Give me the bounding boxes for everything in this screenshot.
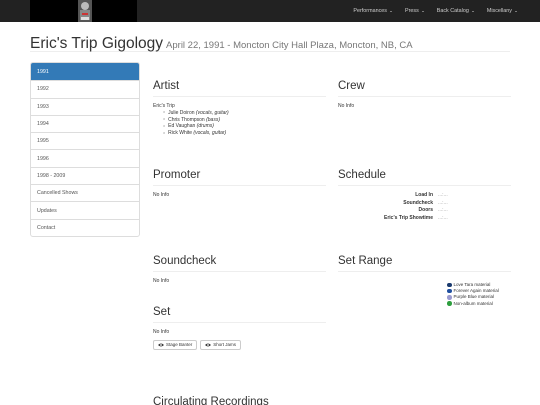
soundcheck-heading: Soundcheck — [153, 255, 326, 272]
member-role: (vocals, guitar) — [195, 109, 229, 116]
crew-heading: Crew — [338, 80, 511, 97]
caret-down-icon — [389, 10, 392, 12]
set-buttons: Stage Banter Short Jams — [153, 339, 326, 350]
member-name: Chris Thompson — [168, 116, 205, 123]
artist-section: Artist Eric's Trip Julie Doiron (vocals,… — [153, 80, 326, 137]
schedule-label: Eric's Trip Showtime — [384, 214, 433, 221]
member-name: Ed Vaughan — [168, 123, 196, 130]
member-name: Julie Doiron — [168, 109, 195, 116]
navbar: Performances Press Back Catalog Miscella… — [0, 0, 540, 22]
nav-back-catalog-label: Back Catalog — [436, 8, 469, 14]
member-role: (vocals, guitar) — [193, 130, 227, 137]
schedule-row: Doors...:... — [338, 207, 511, 215]
sidebar-item-1992[interactable]: 1992 — [31, 80, 139, 97]
eye-icon — [205, 343, 212, 347]
schedule-heading: Schedule — [338, 169, 511, 186]
schedule-value: ...:... — [438, 192, 448, 198]
set-text: No Info — [153, 329, 170, 335]
promoter-section: Promoter No Info — [153, 169, 326, 199]
band-logo-icon — [78, 0, 92, 22]
set-range-legend: Love Tara material Forever Again materia… — [447, 282, 509, 307]
schedule-label: Doors — [418, 207, 433, 214]
caret-down-icon — [421, 10, 424, 12]
member-list: Julie Doiron (vocals, guitar) Chris Thom… — [153, 110, 326, 137]
page-title: Eric's Trip Gigology — [30, 35, 164, 52]
nav-back-catalog[interactable]: Back Catalog — [437, 8, 474, 14]
short-jams-label: Short Jams — [213, 342, 237, 348]
set-section: Set No Info Stage Banter Short Jams — [153, 306, 326, 350]
sidebar-item-1993[interactable]: 1993 — [31, 97, 139, 115]
member-role: (drums) — [196, 123, 214, 130]
circulating-recordings-heading: Circulating Recordings — [153, 396, 269, 405]
promoter-text: No Info — [153, 192, 170, 198]
nav-menu: Performances Press Back Catalog Miscella… — [340, 0, 517, 22]
nav-performances[interactable]: Performances — [353, 8, 392, 14]
caret-down-icon — [515, 10, 517, 12]
sidebar-item-contact[interactable]: Contact — [31, 218, 139, 236]
legend-item: Purple Blue material — [447, 294, 509, 300]
legend-label: Non-album material — [453, 300, 493, 306]
legend-dot — [447, 301, 452, 306]
set-heading: Set — [153, 306, 326, 323]
list-item: Ed Vaughan (drums) — [163, 123, 326, 130]
year-sidebar: 1991 1992 1993 1994 1995 1996 1998 - 200… — [30, 62, 140, 237]
eye-icon — [158, 343, 164, 347]
stage-banter-label: Stage Banter — [166, 342, 193, 348]
short-jams-button[interactable]: Short Jams — [200, 339, 242, 350]
crew-section: Crew No Info — [338, 80, 511, 110]
nav-press[interactable]: Press — [405, 8, 424, 14]
nav-press-label: Press — [404, 8, 419, 14]
schedule-value: ...:... — [438, 207, 448, 214]
sidebar-item-updates[interactable]: Updates — [31, 201, 139, 218]
band-logo[interactable] — [30, 0, 137, 22]
legend-label: Love Tara material — [453, 282, 491, 287]
crew-text: No Info — [338, 103, 355, 109]
sidebar-item-1996[interactable]: 1996 — [31, 149, 139, 166]
legend-dot — [447, 295, 452, 300]
sidebar-item-1994[interactable]: 1994 — [31, 114, 139, 132]
schedule-label: Soundcheck — [403, 199, 433, 206]
artist-heading: Artist — [153, 80, 326, 97]
schedule-row: Soundcheck...:... — [338, 200, 511, 208]
nav-performances-label: Performances — [353, 8, 387, 14]
member-name: Rick White — [168, 130, 193, 137]
schedule-row: Eric's Trip Showtime...:... — [338, 215, 511, 223]
sidebar-item-1991[interactable]: 1991 — [31, 63, 139, 81]
list-item: Rick White (vocals, guitar) — [163, 130, 326, 137]
page-header: Eric's Trip Gigology April 22, 1991 - Mon… — [30, 35, 510, 52]
list-item: Julie Doiron (vocals, guitar) — [163, 110, 326, 117]
sidebar-item-1995[interactable]: 1995 — [31, 132, 139, 149]
legend-dot — [447, 288, 452, 294]
stage-banter-button[interactable]: Stage Banter — [153, 339, 198, 350]
set-range-section: Set Range Love Tara material Forever Aga… — [338, 255, 511, 306]
artist-name: Eric's Trip — [153, 103, 175, 109]
list-item: Chris Thompson (bass) — [163, 117, 326, 124]
legend-label: Forever Again material — [453, 288, 499, 294]
member-role: (bass) — [206, 116, 221, 123]
legend-item: Non-album material — [447, 301, 509, 307]
sidebar-item-1998-2009[interactable]: 1998 - 2009 — [31, 166, 139, 184]
legend-label: Purple Blue material — [453, 294, 495, 300]
soundcheck-section: Soundcheck No Info — [153, 255, 326, 285]
set-range-heading: Set Range — [338, 255, 511, 272]
legend-item: Love Tara material — [447, 282, 509, 288]
promoter-heading: Promoter — [153, 169, 326, 186]
schedule-row: Load In...:... — [338, 192, 511, 200]
schedule-label: Load In — [415, 192, 433, 198]
sidebar-item-cancelled-shows[interactable]: Cancelled Shows — [31, 184, 139, 201]
schedule-value: ...:... — [438, 214, 448, 221]
nav-miscellany[interactable]: Miscellany — [487, 8, 517, 14]
legend-item: Forever Again material — [447, 288, 509, 294]
schedule-value: ...:... — [438, 199, 448, 206]
schedule-section: Schedule Load In...:... Soundcheck...:..… — [338, 169, 511, 222]
legend-dot — [447, 282, 452, 288]
nav-miscellany-label: Miscellany — [486, 8, 512, 14]
page-subtitle: April 22, 1991 - Moncton City Hall Plaza… — [166, 40, 413, 51]
caret-down-icon — [471, 10, 474, 12]
soundcheck-text: No Info — [153, 278, 170, 284]
